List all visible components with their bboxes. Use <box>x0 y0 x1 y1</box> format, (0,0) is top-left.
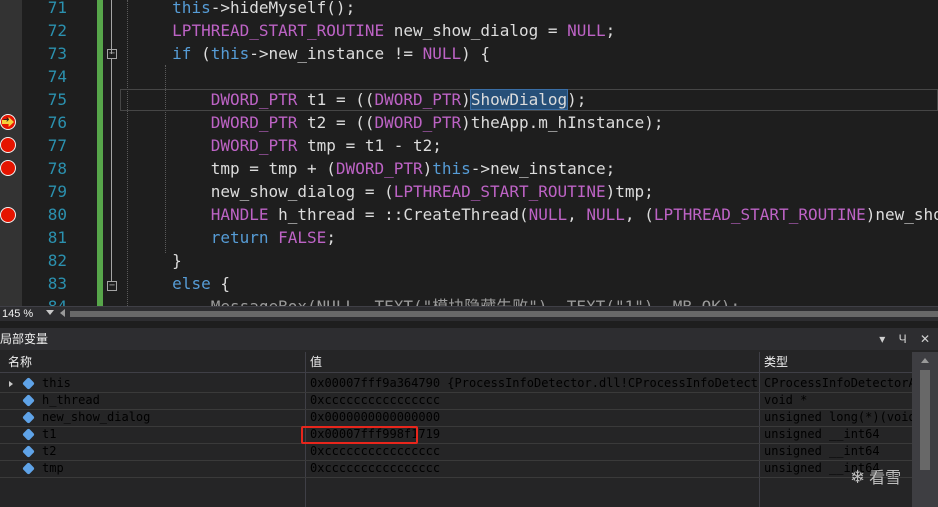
code-line-80[interactable]: HANDLE h_thread = ::CreateThread(NULL, N… <box>124 203 938 226</box>
variable-type: CProcessInfoDetectorApp * <box>764 376 912 390</box>
code-line-82[interactable]: } <box>124 249 182 272</box>
line-number: 78 <box>47 159 67 178</box>
locals-panel-titlebar[interactable]: 局部变量 ▾ Ч ✕ <box>0 328 938 350</box>
variable-icon <box>22 394 35 407</box>
vertical-scrollbar[interactable] <box>912 352 938 507</box>
variable-name: this <box>42 376 71 390</box>
variable-name: h_thread <box>42 393 100 407</box>
line-number: 84 <box>22 295 67 306</box>
variable-value[interactable]: 0x00007fff9a364790 {ProcessInfoDetector.… <box>310 375 758 392</box>
variable-icon <box>22 462 35 475</box>
collapse-icon[interactable]: − <box>107 49 117 59</box>
watermark: ❄ 看雪 <box>850 464 901 488</box>
line-number: 71 <box>47 0 67 17</box>
variable-name: t2 <box>42 444 57 458</box>
fold-guide <box>111 0 112 54</box>
variable-icon <box>22 377 35 390</box>
scroll-left-icon[interactable] <box>60 309 65 317</box>
code-line-79[interactable]: new_show_dialog = (LPTHREAD_START_ROUTIN… <box>124 180 654 203</box>
breakpoint-icon[interactable] <box>0 160 16 176</box>
variable-value[interactable]: 0x0000000000000000 <box>310 409 758 426</box>
line-number: 80 <box>47 205 67 224</box>
current-statement-breakpoint-icon[interactable] <box>0 113 16 130</box>
line-number: 83 <box>47 274 67 293</box>
line-number: 76 <box>47 113 67 132</box>
variable-value[interactable]: 0xcccccccccccccccc <box>310 460 758 477</box>
variable-name: t1 <box>42 427 57 441</box>
code-editor[interactable]: 71 72 73 74 75 76 77 78 79 80 81 82 83 8… <box>0 0 938 306</box>
collapse-icon[interactable]: − <box>107 281 117 291</box>
variable-icon <box>22 445 35 458</box>
line-number: 81 <box>47 228 67 247</box>
table-row[interactable]: tmp 0xcccccccccccccccc unsigned __int64 <box>0 460 912 478</box>
code-line-77[interactable]: DWORD_PTR tmp = t1 - t2; <box>124 134 442 157</box>
expand-icon[interactable] <box>9 381 13 387</box>
breakpoint-icon[interactable] <box>0 137 16 153</box>
highlight-annotation-box <box>301 426 418 444</box>
column-header-name[interactable]: 名称 <box>8 352 32 372</box>
fold-guide <box>111 59 112 281</box>
variable-type: unsigned long(*)(void *) <box>764 410 912 424</box>
code-line-83[interactable]: else { <box>124 272 230 295</box>
window-position-dropdown-icon[interactable]: ▾ <box>879 332 885 346</box>
snowflake-icon: ❄ <box>850 467 866 488</box>
code-line-76[interactable]: DWORD_PTR t2 = ((DWORD_PTR)theApp.m_hIns… <box>124 111 664 134</box>
variable-value[interactable]: 0xcccccccccccccccc <box>310 443 758 460</box>
pin-icon[interactable]: Ч <box>899 332 907 346</box>
table-row[interactable]: this 0x00007fff9a364790 {ProcessInfoDete… <box>0 375 912 393</box>
variable-name: new_show_dialog <box>42 410 151 424</box>
line-number: 74 <box>47 67 67 86</box>
panel-title: 局部变量 <box>0 332 49 346</box>
code-line-75[interactable]: DWORD_PTR t1 = ((DWORD_PTR)ShowDialog); <box>124 88 586 111</box>
variable-name: tmp <box>42 461 64 475</box>
line-number: 72 <box>47 21 67 40</box>
close-icon[interactable]: ✕ <box>920 332 930 346</box>
variable-type: unsigned __int64 <box>764 444 880 458</box>
horizontal-scrollbar-thumb[interactable] <box>70 311 938 317</box>
zoom-dropdown-icon[interactable] <box>46 310 54 315</box>
code-line-71[interactable]: this->hideMyself(); <box>124 0 355 19</box>
line-number: 73 <box>47 44 67 63</box>
code-line-78[interactable]: tmp = tmp + (DWORD_PTR)this->new_instanc… <box>124 157 616 180</box>
line-number: 79 <box>47 182 67 201</box>
change-tracking-bar <box>97 0 103 306</box>
line-number: 75 <box>47 90 67 109</box>
variable-icon <box>22 428 35 441</box>
table-row[interactable]: t1 0x00007fff998f1719 unsigned __int64 <box>0 426 912 444</box>
code-line-72[interactable]: LPTHREAD_START_ROUTINE new_show_dialog =… <box>124 19 615 42</box>
locals-column-header: 名称 值 类型 <box>0 352 938 373</box>
line-number: 77 <box>47 136 67 155</box>
table-row[interactable]: t2 0xcccccccccccccccc unsigned __int64 <box>0 443 912 461</box>
variable-type: void * <box>764 393 808 407</box>
column-header-value[interactable]: 值 <box>310 352 322 372</box>
breakpoint-margin[interactable] <box>0 0 22 306</box>
code-line-81[interactable]: return FALSE; <box>124 226 336 249</box>
code-line-84[interactable]: MessageBox(NULL, TEXT("模块隐藏失败"), TEXT("1… <box>124 295 741 306</box>
vertical-scrollbar-thumb[interactable] <box>920 370 930 470</box>
zoom-level[interactable]: 145 % <box>2 307 33 321</box>
code-line-73[interactable]: if (this->new_instance != NULL) { <box>124 42 490 65</box>
variable-icon <box>22 411 35 424</box>
column-header-type[interactable]: 类型 <box>764 352 788 372</box>
variable-value[interactable]: 0xcccccccccccccccc <box>310 392 758 409</box>
table-row[interactable]: h_thread 0xcccccccccccccccc void * <box>0 392 912 410</box>
scroll-up-icon[interactable] <box>921 358 929 363</box>
breakpoint-icon[interactable] <box>0 207 16 223</box>
editor-zoom-bar: 145 % <box>0 306 938 321</box>
table-row[interactable]: new_show_dialog 0x0000000000000000 unsig… <box>0 409 912 427</box>
watermark-text: 看雪 <box>869 468 902 487</box>
variable-type: unsigned __int64 <box>764 427 880 441</box>
line-number: 82 <box>47 251 67 270</box>
